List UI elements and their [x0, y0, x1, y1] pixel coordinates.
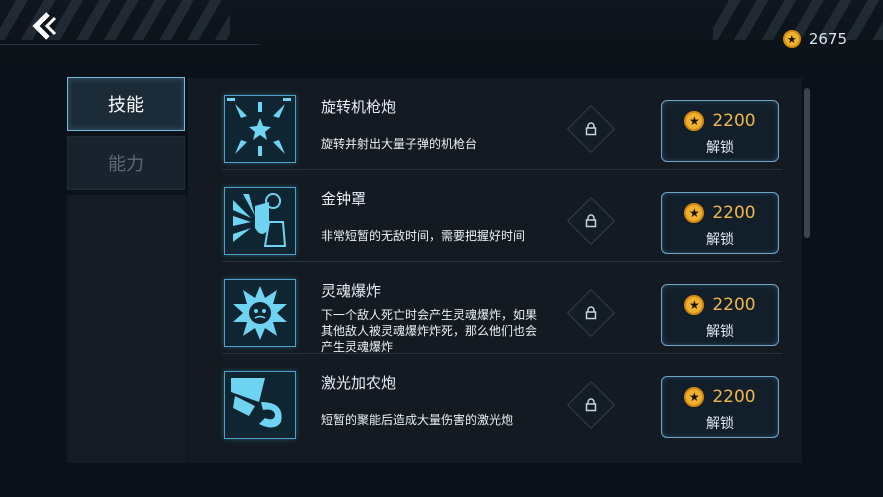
unlock-label: 解锁: [706, 416, 734, 432]
back-button[interactable]: [26, 8, 62, 44]
skill-list[interactable]: 旋转机枪炮 旋转并射出大量子弹的机枪台 ★ 2200 解锁 金钟罩 非常短暂的无…: [188, 78, 802, 463]
coin-icon: ★: [684, 387, 705, 407]
unlock-button[interactable]: ★ 2200 解锁: [661, 284, 779, 346]
lock-icon: [585, 398, 597, 412]
lock-indicator: [566, 288, 616, 338]
lock-icon: [585, 306, 597, 320]
list-item: 旋转机枪炮 旋转并射出大量子弹的机枪台 ★ 2200 解锁: [188, 78, 802, 170]
coin-balance: ★ 2675: [782, 30, 847, 48]
skill-name: 旋转机枪炮: [321, 98, 397, 116]
unlock-label: 解锁: [706, 232, 734, 248]
tab-abilities[interactable]: 能力: [67, 136, 185, 190]
skill-description: 短暂的聚能后造成大量伤害的激光炮: [321, 413, 514, 427]
unlock-label: 解锁: [706, 140, 734, 156]
skill-name: 金钟罩: [321, 190, 367, 208]
lock-icon: [585, 214, 597, 228]
lock-indicator: [566, 104, 616, 154]
skill-description: 下一个敌人死亡时会产生灵魂爆炸，如果其他敌人被灵魂爆炸炸死，那么他们也会产生灵魂…: [321, 308, 538, 354]
unlock-button[interactable]: ★ 2200 解锁: [661, 100, 779, 162]
laser-cannon-icon: [224, 371, 296, 439]
list-item: 灵魂爆炸 下一个敌人死亡时会产生灵魂爆炸，如果其他敌人被灵魂爆炸炸死，那么他们也…: [188, 262, 802, 354]
unlock-button[interactable]: ★ 2200 解锁: [661, 192, 779, 254]
skill-description: 旋转并射出大量子弹的机枪台: [321, 137, 478, 151]
coin-icon: ★: [684, 111, 705, 131]
price: 2200: [712, 387, 756, 407]
unlock-label: 解锁: [706, 324, 734, 340]
turret-icon: [224, 95, 296, 163]
list-item: 金钟罩 非常短暂的无敌时间，需要把握好时间 ★ 2200 解锁: [188, 170, 802, 262]
tab-skills[interactable]: 技能: [67, 77, 185, 131]
coin-icon: ★: [782, 30, 801, 48]
category-tabs: 技能 能力: [67, 77, 187, 195]
coin-icon: ★: [684, 203, 705, 223]
shield-icon: [224, 187, 296, 255]
lock-indicator: [566, 196, 616, 246]
scrollbar[interactable]: [804, 88, 810, 238]
price: 2200: [712, 203, 756, 223]
price: 2200: [712, 295, 756, 315]
soul-explosion-icon: [224, 279, 296, 347]
header-divider: [0, 44, 260, 45]
unlock-button[interactable]: ★ 2200 解锁: [661, 376, 779, 438]
skill-description: 非常短暂的无敌时间，需要把握好时间: [321, 229, 526, 243]
coin-count: 2675: [808, 30, 847, 48]
tabs-background: [67, 195, 187, 463]
back-arrow-icon: [32, 12, 57, 40]
skill-name: 激光加农炮: [321, 374, 397, 392]
skill-name: 灵魂爆炸: [321, 282, 382, 300]
list-item: 激光加农炮 短暂的聚能后造成大量伤害的激光炮 ★ 2200 解锁: [188, 354, 802, 446]
lock-indicator: [566, 380, 616, 430]
lock-icon: [585, 122, 597, 136]
coin-icon: ★: [684, 295, 705, 315]
price: 2200: [712, 111, 756, 131]
